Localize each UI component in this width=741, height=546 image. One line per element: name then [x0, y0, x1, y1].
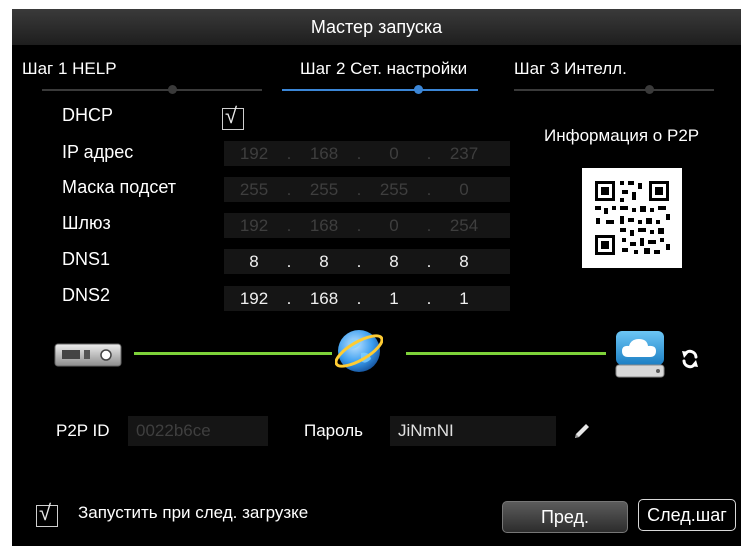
ip-octet-1[interactable]: 192: [224, 141, 284, 166]
autostart-checkbox[interactable]: √: [36, 500, 58, 527]
autostart-label: Запустить при след. загрузке: [78, 503, 309, 522]
subnet-mask-field: 255 . 255 . 255 . 0: [224, 177, 510, 202]
ip-octet-2[interactable]: 168: [294, 141, 354, 166]
internet-globe-icon: [334, 327, 384, 375]
dns1-octet-1[interactable]: 8: [224, 249, 284, 274]
gateway-label: Шлюз: [62, 213, 111, 233]
top-strip: [0, 0, 741, 9]
mask-octet-3[interactable]: 255: [364, 177, 424, 202]
ip-address-label: IP адрес: [62, 142, 134, 162]
dns2-label: DNS2: [62, 285, 111, 305]
ip-separator: .: [426, 180, 432, 199]
link-line-left: [134, 352, 332, 355]
gateway-octet-4[interactable]: 254: [434, 213, 494, 238]
dns1-octet-2[interactable]: 8: [294, 249, 354, 274]
dhcp-label: DHCP: [62, 105, 114, 125]
p2p-id-field[interactable]: 0022b6ce: [128, 416, 268, 446]
dns1-octet-4[interactable]: 8: [434, 249, 494, 274]
refresh-icon[interactable]: [680, 349, 700, 369]
password-label: Пароль: [304, 421, 363, 440]
dns2-octet-2[interactable]: 168: [294, 286, 354, 311]
ip-separator: .: [286, 144, 292, 163]
p2p-id-label: P2P ID: [56, 421, 110, 440]
step-1-track: [42, 89, 262, 91]
step-2-indicator: [414, 85, 423, 94]
step-3-intelligence[interactable]: Шаг 3 Интелл.: [514, 59, 627, 79]
link-line-right: [406, 352, 606, 355]
ip-separator: .: [356, 180, 362, 199]
startup-wizard-dialog: Мастер запуска Шаг 1 HELP Шаг 2 Сет. нас…: [12, 9, 741, 546]
gateway-field: 192 . 168 . 0 . 254: [224, 213, 510, 238]
ip-separator: .: [356, 252, 362, 271]
step-1-indicator: [168, 85, 177, 94]
edit-pencil-icon[interactable]: [572, 421, 592, 441]
gateway-octet-3[interactable]: 0: [364, 213, 424, 238]
qr-code-graphic: [592, 178, 672, 258]
prev-button[interactable]: Пред.: [502, 501, 628, 533]
ip-separator: .: [286, 216, 292, 235]
step-2-network[interactable]: Шаг 2 Сет. настройки: [300, 59, 467, 79]
ip-separator: .: [286, 289, 292, 308]
next-step-button[interactable]: След.шаг: [638, 499, 736, 531]
gateway-octet-2[interactable]: 168: [294, 213, 354, 238]
checkmark-icon: √: [225, 103, 238, 128]
ip-separator: .: [356, 289, 362, 308]
mask-octet-4[interactable]: 0: [434, 177, 494, 202]
password-field[interactable]: JiNmNI: [390, 416, 556, 446]
ip-separator: .: [286, 180, 292, 199]
ip-separator: .: [426, 252, 432, 271]
step-3-indicator: [645, 85, 654, 94]
ip-octet-3[interactable]: 0: [364, 141, 424, 166]
dns1-label: DNS1: [62, 249, 111, 269]
ip-separator: .: [426, 216, 432, 235]
p2p-info-label: Информация о P2P: [544, 126, 700, 145]
checkmark-icon: √: [39, 500, 52, 525]
dns2-octet-3[interactable]: 1: [364, 286, 424, 311]
ip-separator: .: [356, 216, 362, 235]
dvr-device-icon: [54, 341, 122, 369]
dns2-octet-1[interactable]: 192: [224, 286, 284, 311]
step-3-track: [514, 89, 714, 91]
subnet-mask-label: Маска подсет: [62, 177, 177, 197]
ip-separator: .: [426, 289, 432, 308]
step-2-track: [282, 89, 478, 91]
ip-octet-4[interactable]: 237: [434, 141, 494, 166]
dns2-field: 192 . 168 . 1 . 1: [224, 286, 510, 311]
dns2-octet-4[interactable]: 1: [434, 286, 494, 311]
ip-separator: .: [286, 252, 292, 271]
dns1-octet-3[interactable]: 8: [364, 249, 424, 274]
step-1-help[interactable]: Шаг 1 HELP: [22, 59, 117, 79]
cloud-server-icon: [614, 329, 666, 379]
gateway-octet-1[interactable]: 192: [224, 213, 284, 238]
dialog-title: Мастер запуска: [12, 9, 741, 45]
dns1-field: 8 . 8 . 8 . 8: [224, 249, 510, 274]
mask-octet-2[interactable]: 255: [294, 177, 354, 202]
qr-code-icon: [582, 168, 682, 268]
mask-octet-1[interactable]: 255: [224, 177, 284, 202]
ip-separator: .: [426, 144, 432, 163]
ip-address-field: 192 . 168 . 0 . 237: [224, 141, 510, 166]
dhcp-checkbox[interactable]: √: [222, 103, 244, 130]
ip-separator: .: [356, 144, 362, 163]
